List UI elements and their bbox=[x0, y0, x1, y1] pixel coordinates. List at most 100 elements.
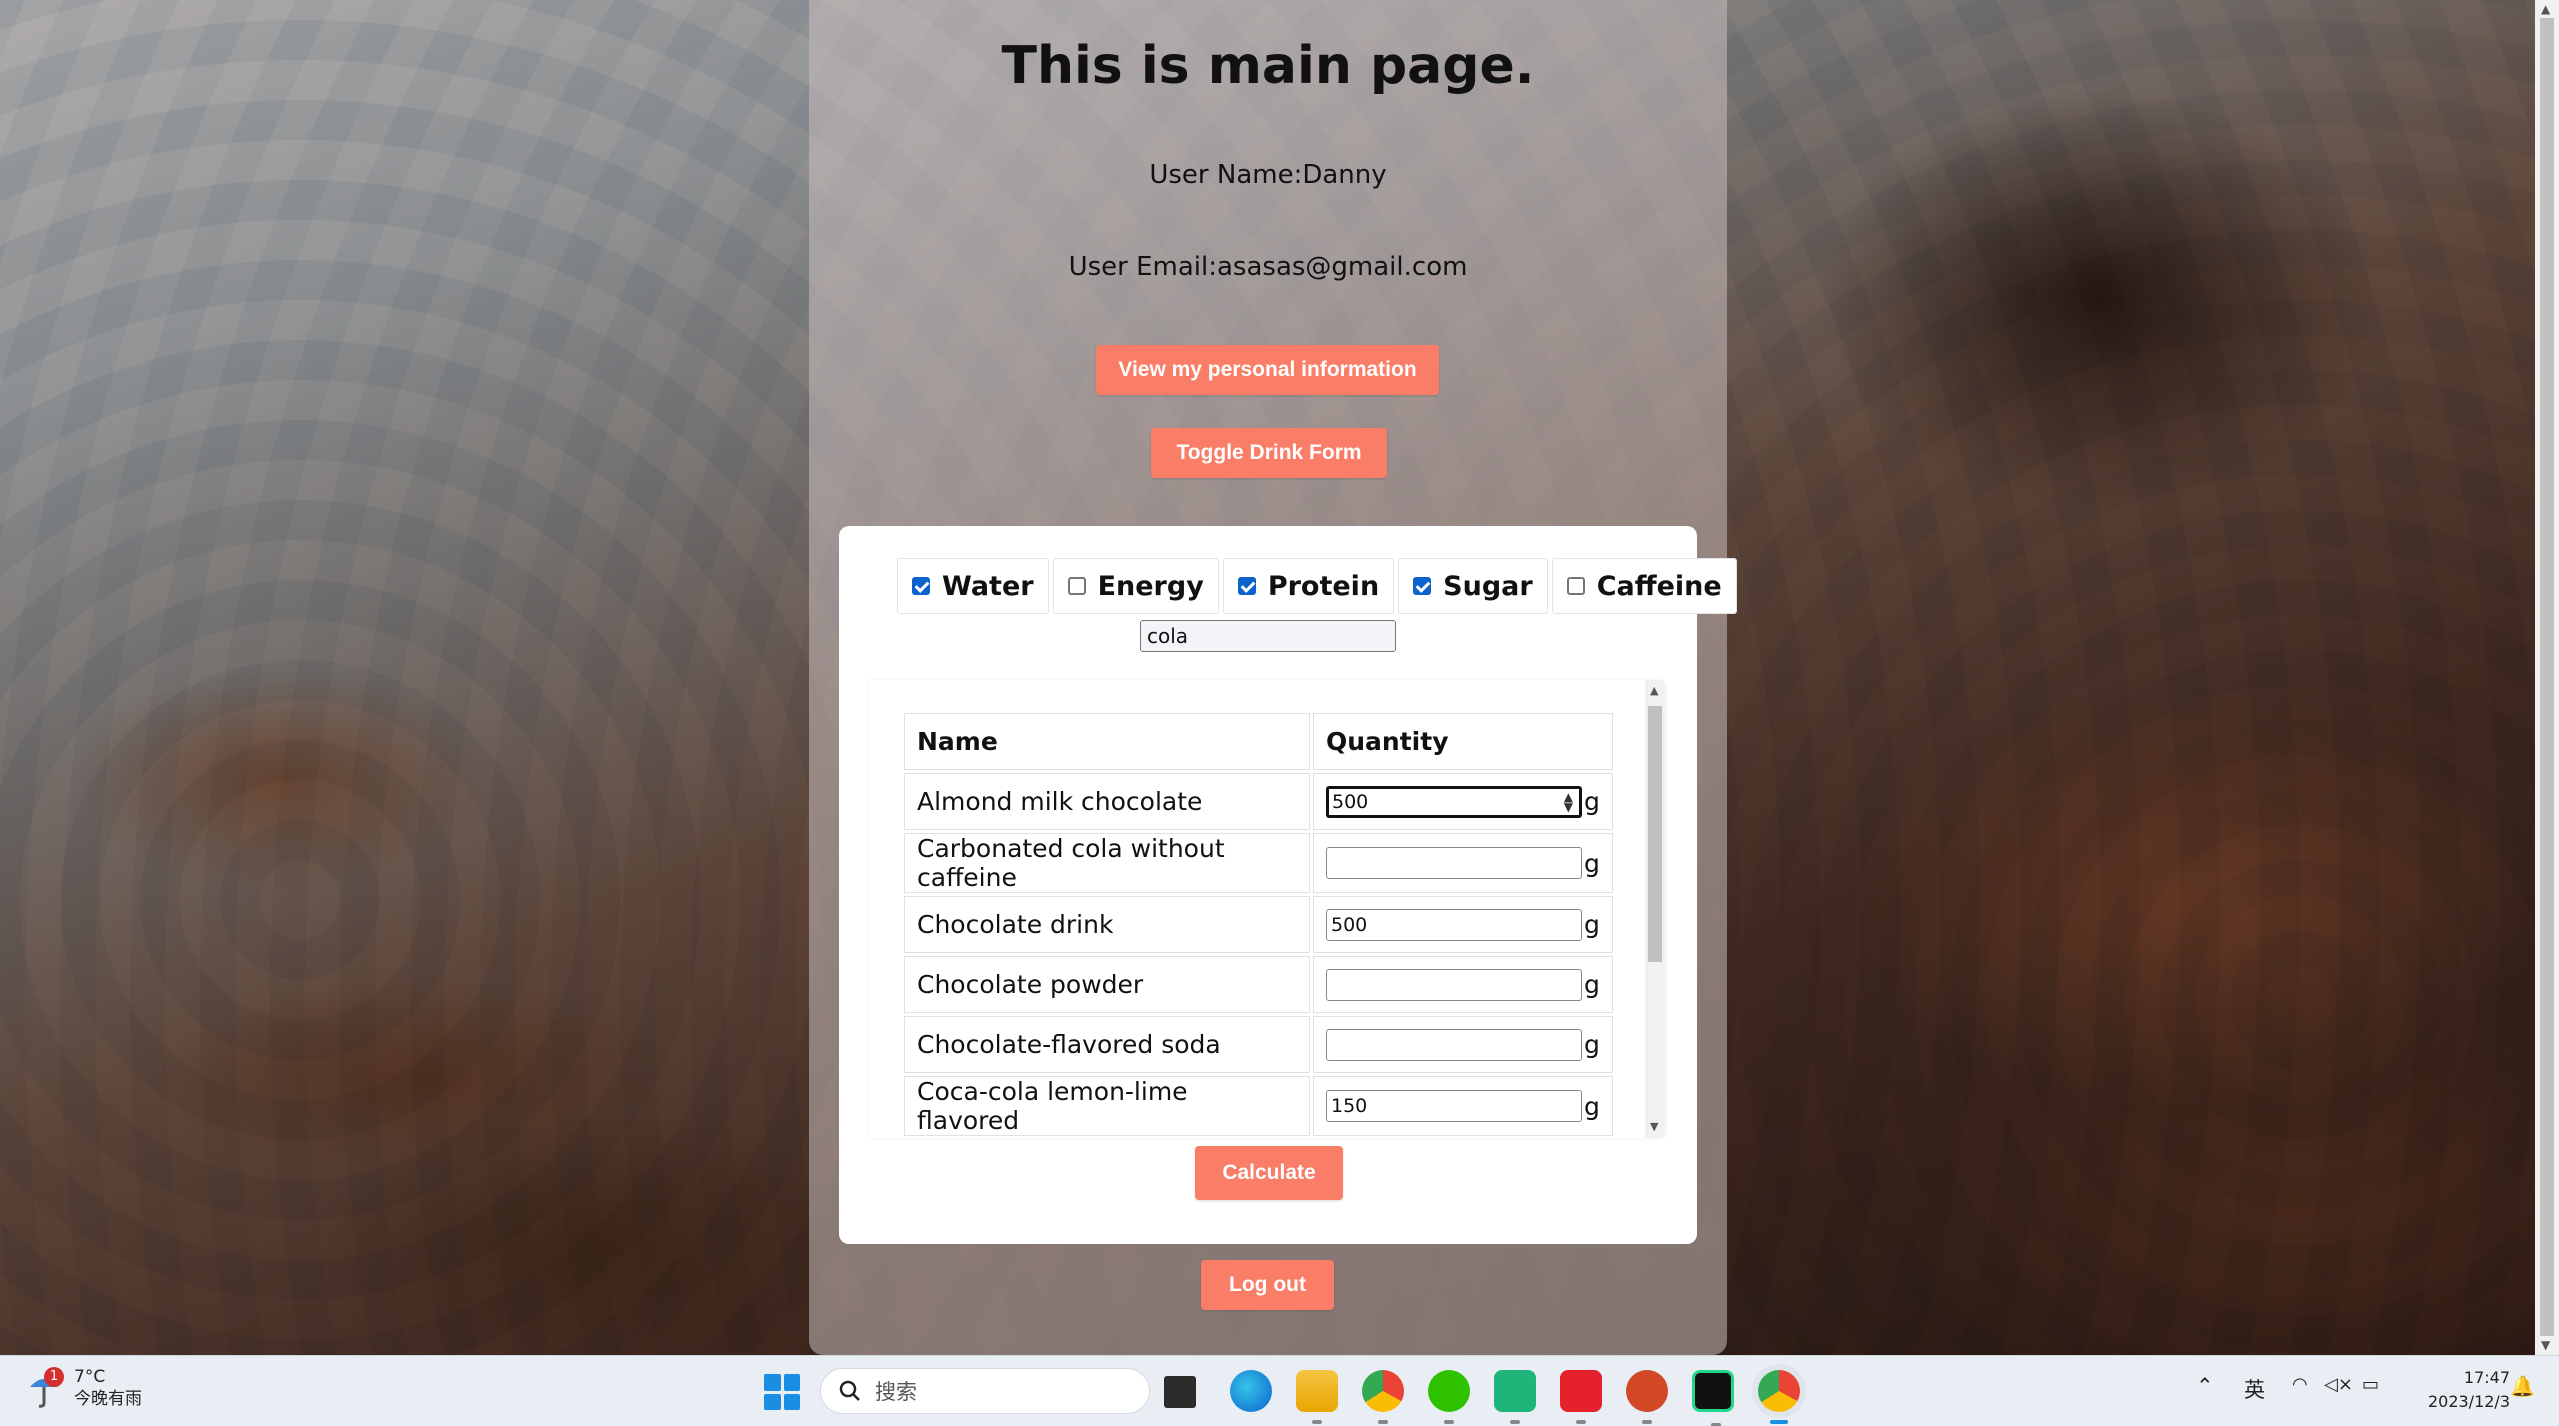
page-title: This is main page. bbox=[1001, 36, 1535, 96]
table-row: Almond milk chocolate 500 ▲ ▼ g bbox=[904, 773, 1613, 830]
table-row: Carbonated cola without caffeine g bbox=[904, 833, 1613, 893]
quantity-input[interactable] bbox=[1326, 968, 1582, 1001]
quantity-cell: g bbox=[1313, 833, 1613, 893]
drink-name: Coca-cola lemon-lime flavored bbox=[904, 1076, 1310, 1136]
filter-label: Sugar bbox=[1443, 570, 1533, 602]
quantity-cell: g bbox=[1313, 956, 1613, 1013]
chrome-active-icon[interactable] bbox=[1758, 1370, 1800, 1424]
table-row: Chocolate-flavored soda g bbox=[904, 1016, 1613, 1073]
quantity-input[interactable] bbox=[1326, 847, 1582, 879]
quantity-value: 150 bbox=[1331, 1095, 1368, 1117]
ime-indicator[interactable]: 英 bbox=[2244, 1374, 2265, 1404]
header-name: Name bbox=[904, 713, 1310, 770]
drink-form-card: Water Energy Protein Sugar Caffeine cola Nam… bbox=[839, 526, 1737, 1244]
drink-name: Chocolate drink bbox=[904, 896, 1310, 953]
quantity-cell: g bbox=[1313, 1016, 1613, 1073]
taskbar-search-placeholder: 搜索 bbox=[875, 1380, 917, 1404]
table-scrollbar[interactable]: ▲ ▼ bbox=[1645, 680, 1665, 1138]
drink-name: Chocolate-flavored soda bbox=[904, 1016, 1310, 1073]
taskbar-search[interactable]: 搜索 bbox=[820, 1368, 1150, 1414]
unit-label: g bbox=[1584, 787, 1600, 816]
edge-icon[interactable] bbox=[1230, 1370, 1272, 1412]
checkbox-protein[interactable] bbox=[1237, 577, 1256, 595]
notification-bell-icon[interactable]: 🔔 bbox=[2510, 1374, 2535, 1398]
quantity-value: 500 bbox=[1332, 790, 1369, 813]
powerpoint-icon[interactable] bbox=[1626, 1370, 1668, 1424]
weather-widget[interactable]: 1 7°C 今晚有雨 bbox=[26, 1366, 142, 1410]
chevron-up-icon[interactable]: ⌃ bbox=[2196, 1374, 2214, 1398]
unit-label: g bbox=[1584, 910, 1600, 939]
battery-icon[interactable]: ▭ bbox=[2362, 1374, 2379, 1395]
chrome-icon[interactable] bbox=[1362, 1370, 1404, 1424]
quantity-input[interactable] bbox=[1326, 1028, 1582, 1061]
quantity-input[interactable]: 500 ▲ ▼ bbox=[1326, 785, 1582, 818]
table-row: Coca-cola lemon-lime flavored 150 g bbox=[904, 1076, 1613, 1136]
quantity-input[interactable]: 500 bbox=[1326, 908, 1582, 941]
clock[interactable]: 17:47 2023/12/3 bbox=[2400, 1366, 2510, 1414]
quantity-cell: 500 ▲ ▼ g bbox=[1313, 773, 1613, 830]
filter-sugar[interactable]: Sugar bbox=[1398, 558, 1548, 614]
filter-energy[interactable]: Energy bbox=[1052, 558, 1219, 614]
page-scroll-up-icon[interactable]: ▲ bbox=[2541, 2, 2550, 16]
unit-label: g bbox=[1584, 1030, 1600, 1059]
filter-label: Water bbox=[942, 570, 1034, 602]
checkbox-energy[interactable] bbox=[1067, 577, 1086, 595]
checkbox-caffeine[interactable] bbox=[1566, 577, 1585, 595]
unit-label: g bbox=[1584, 1091, 1600, 1121]
table-row: Chocolate drink 500 g bbox=[904, 896, 1613, 953]
drink-name: Carbonated cola without caffeine bbox=[904, 833, 1310, 893]
nutrient-filters: Water Energy Protein Sugar Caffeine bbox=[897, 558, 1737, 614]
file-explorer-icon[interactable] bbox=[1296, 1370, 1338, 1424]
weather-badge: 1 bbox=[44, 1367, 64, 1387]
filter-caffeine[interactable]: Caffeine bbox=[1551, 558, 1737, 614]
scroll-up-icon[interactable]: ▲ bbox=[1650, 684, 1658, 697]
calculate-button[interactable]: Calculate bbox=[1195, 1146, 1343, 1200]
page-scrollbar[interactable]: ▲ ▼ bbox=[2535, 0, 2559, 1355]
quantity-cell: 500 g bbox=[1313, 896, 1613, 953]
drink-name: Almond milk chocolate bbox=[904, 773, 1310, 830]
wechat-icon[interactable] bbox=[1428, 1370, 1470, 1424]
youdao-icon[interactable] bbox=[1560, 1370, 1602, 1424]
taskbar: 1 7°C 今晚有雨 搜索 ⌃ 英 ◠ ◁× ▭ 17:47 2023/12/3… bbox=[0, 1355, 2559, 1426]
quantity-input[interactable]: 150 bbox=[1326, 1090, 1582, 1122]
spinner-icon[interactable]: ▲ ▼ bbox=[1564, 791, 1573, 813]
logout-button[interactable]: Log out bbox=[1201, 1260, 1334, 1310]
view-personal-info-button[interactable]: View my personal information bbox=[1096, 345, 1439, 395]
filter-water[interactable]: Water bbox=[897, 558, 1049, 614]
filter-protein[interactable]: Protein bbox=[1222, 558, 1395, 614]
user-name: User Name:Danny bbox=[1149, 160, 1387, 190]
quantity-cell: 150 g bbox=[1313, 1076, 1613, 1136]
volume-muted-icon[interactable]: ◁× bbox=[2324, 1374, 2353, 1395]
user-email: User Email:asasas@gmail.com bbox=[1068, 252, 1468, 282]
unit-label: g bbox=[1584, 970, 1600, 999]
weather-desc: 今晚有雨 bbox=[74, 1389, 142, 1409]
search-icon bbox=[839, 1380, 860, 1401]
pycharm-icon[interactable] bbox=[1692, 1370, 1734, 1426]
drink-search-input[interactable]: cola bbox=[1140, 620, 1396, 652]
windows-start-icon[interactable] bbox=[764, 1374, 800, 1410]
umbrella-icon: 1 bbox=[26, 1367, 64, 1409]
drink-table: Name Quantity Almond milk chocolate 500 ▲ ▼… bbox=[901, 710, 1616, 1138]
drink-name: Chocolate powder bbox=[904, 956, 1310, 1013]
table-row: Chocolate powder g bbox=[904, 956, 1613, 1013]
filter-label: Caffeine bbox=[1596, 570, 1722, 602]
unit-label: g bbox=[1584, 848, 1600, 878]
filter-label: Energy bbox=[1097, 570, 1204, 602]
page-scroll-thumb[interactable] bbox=[2540, 18, 2554, 1336]
wifi-icon[interactable]: ◠ bbox=[2292, 1374, 2308, 1395]
task-view-icon[interactable] bbox=[1164, 1376, 1196, 1408]
table-scroll-thumb[interactable] bbox=[1648, 706, 1662, 962]
app-green-icon[interactable] bbox=[1494, 1370, 1536, 1424]
filter-label: Protein bbox=[1267, 570, 1380, 602]
clock-date: 2023/12/3 bbox=[2427, 1392, 2510, 1411]
clock-time: 17:47 bbox=[2463, 1368, 2510, 1387]
toggle-drink-form-button[interactable]: Toggle Drink Form bbox=[1151, 428, 1387, 478]
checkbox-sugar[interactable] bbox=[1413, 577, 1432, 595]
page-scroll-down-icon[interactable]: ▼ bbox=[2541, 1338, 2550, 1352]
drink-table-scroll[interactable]: Name Quantity Almond milk chocolate 500 ▲ ▼… bbox=[869, 680, 1665, 1138]
weather-temp: 7°C bbox=[74, 1367, 106, 1387]
scroll-down-icon[interactable]: ▼ bbox=[1650, 1120, 1658, 1133]
checkbox-water[interactable] bbox=[912, 577, 930, 595]
header-quantity: Quantity bbox=[1313, 713, 1613, 770]
quantity-value: 500 bbox=[1331, 913, 1368, 936]
